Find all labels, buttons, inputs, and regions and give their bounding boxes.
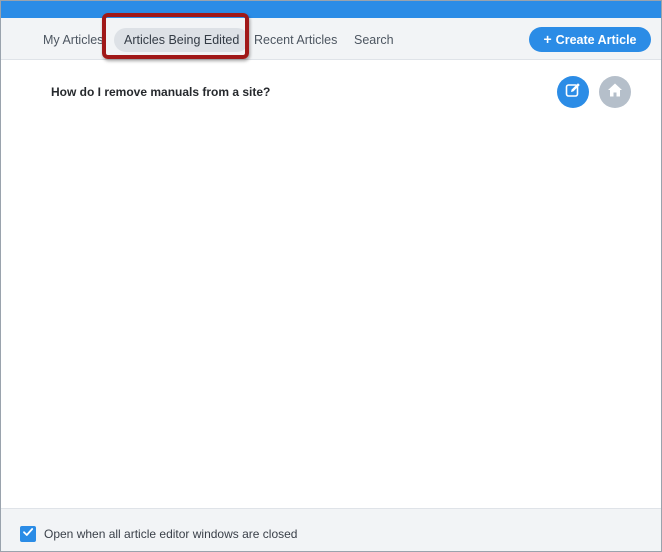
list-item: How do I remove manuals from a site?: [1, 75, 661, 111]
article-title[interactable]: How do I remove manuals from a site?: [51, 85, 270, 99]
open-when-closed-label: Open when all article editor windows are…: [44, 527, 298, 541]
app-window: My Articles Articles Being Edited Recent…: [0, 0, 662, 552]
tab-bar: My Articles Articles Being Edited Recent…: [1, 18, 661, 60]
create-article-label: Create Article: [555, 33, 637, 47]
checkmark-icon: [22, 525, 34, 543]
title-bar: [1, 1, 661, 18]
home-icon: [606, 81, 624, 104]
tab-search[interactable]: Search: [344, 28, 404, 52]
open-when-closed-checkbox[interactable]: [20, 526, 36, 542]
tab-highlight-annotation: [102, 13, 249, 59]
plus-icon: +: [543, 31, 552, 47]
article-list: How do I remove manuals from a site?: [1, 61, 661, 507]
edit-icon: [564, 81, 582, 104]
footer: Open when all article editor windows are…: [1, 508, 661, 551]
create-article-button[interactable]: + Create Article: [529, 27, 651, 52]
edit-button[interactable]: [557, 76, 589, 108]
home-button[interactable]: [599, 76, 631, 108]
tab-recent-articles[interactable]: Recent Articles: [244, 28, 347, 52]
